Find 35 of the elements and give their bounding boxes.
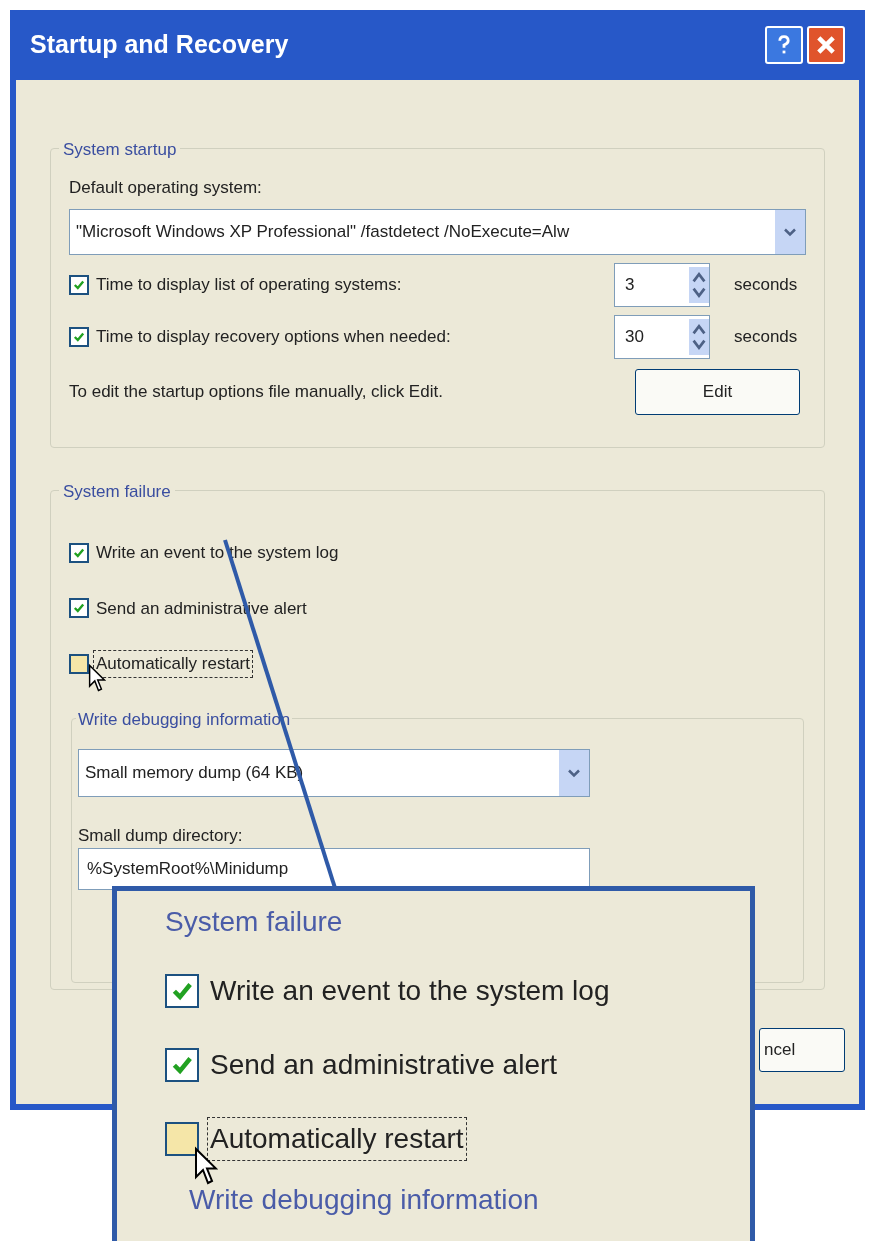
checkbox[interactable] bbox=[69, 598, 89, 619]
close-button[interactable] bbox=[807, 26, 845, 64]
checkbox[interactable] bbox=[69, 274, 89, 295]
checkbox[interactable] bbox=[165, 974, 199, 1008]
checkbox[interactable] bbox=[69, 542, 89, 563]
question-mark-icon bbox=[777, 35, 791, 55]
field-label: Small dump directory: bbox=[78, 824, 244, 847]
number-spinner[interactable]: 30 bbox=[614, 314, 710, 359]
edit-button[interactable]: Edit bbox=[635, 368, 800, 415]
checkbox[interactable] bbox=[165, 1122, 199, 1156]
group-title: System failure bbox=[165, 905, 344, 939]
field-label: Default operating system: bbox=[69, 177, 263, 199]
dialog-button[interactable]: ncel bbox=[759, 1028, 845, 1072]
checkbox-label: Time to display list of operating systems: bbox=[95, 273, 403, 296]
unit-label: seconds bbox=[734, 325, 798, 348]
unit-label: seconds bbox=[734, 273, 798, 296]
checkbox[interactable] bbox=[69, 326, 89, 347]
close-icon bbox=[817, 36, 835, 54]
group-title: Write debugging information bbox=[189, 1183, 540, 1217]
checkmark-icon bbox=[73, 546, 85, 559]
checkmark-icon bbox=[73, 602, 85, 615]
checkbox-label: Automatically restart bbox=[207, 1117, 467, 1161]
hint-text: To edit the startup options file manually, click Edit. bbox=[69, 380, 443, 403]
checkbox[interactable] bbox=[165, 1048, 199, 1082]
help-button[interactable] bbox=[765, 26, 803, 64]
checkbox[interactable] bbox=[69, 653, 89, 674]
window-title: Startup and Recovery bbox=[30, 29, 289, 61]
number-spinner[interactable]: 3 bbox=[614, 262, 710, 307]
checkmark-icon bbox=[73, 278, 85, 291]
dump-directory-field[interactable]: %SystemRoot%\Minidump bbox=[78, 848, 590, 890]
checkbox-label: Write an event to the system log bbox=[209, 974, 611, 1008]
checkbox-label: Send an administrative alert bbox=[209, 1048, 559, 1082]
checkmark-icon bbox=[73, 330, 85, 343]
checkbox-label: Time to display recovery options when needed: bbox=[95, 325, 452, 348]
os-dropdown[interactable]: "Microsoft Windows XP Professional" /fastdetect /NoExecute=Alw bbox=[69, 208, 806, 255]
